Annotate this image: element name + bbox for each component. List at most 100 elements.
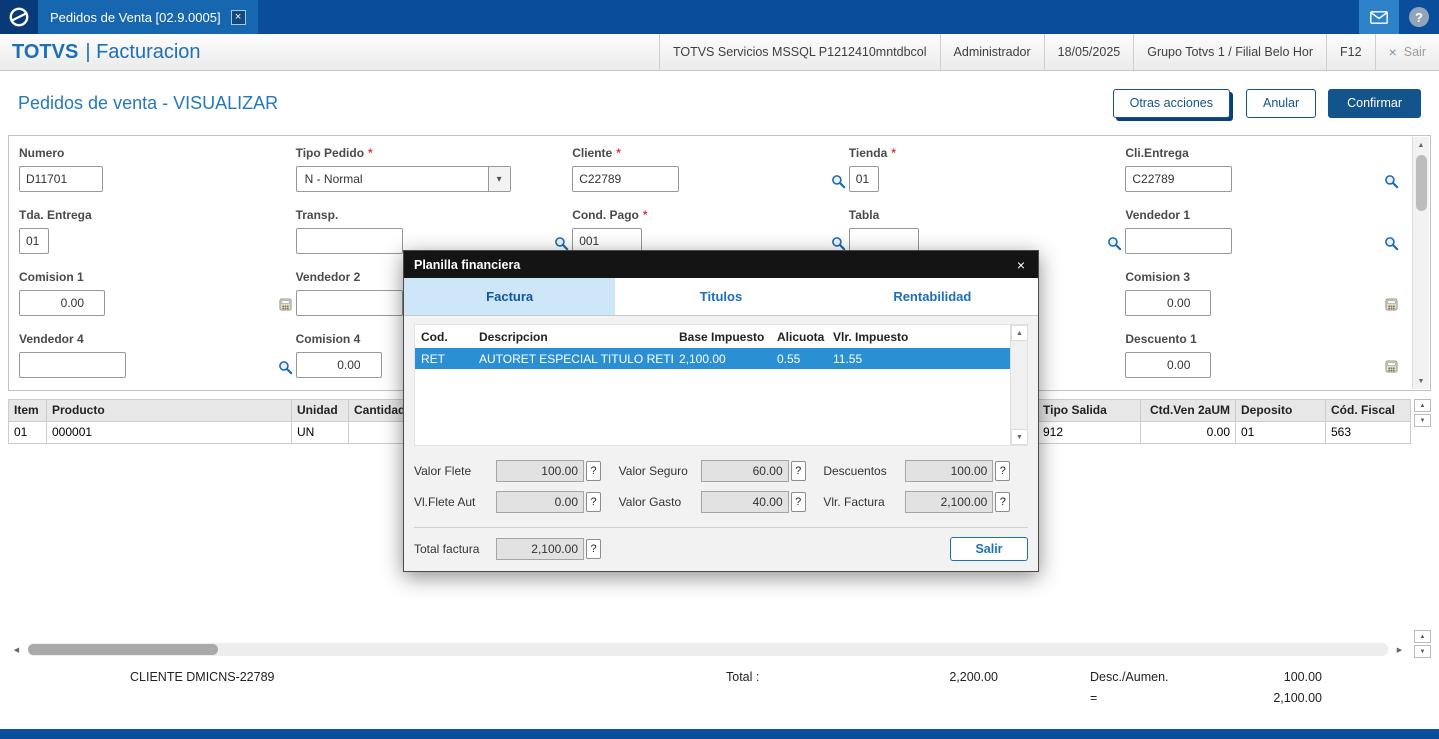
table-scroll-down-button[interactable]: ▼ [1011,429,1028,445]
scroll-right-button[interactable]: ▶ [1391,642,1408,658]
tab-titulos[interactable]: Titulos [615,278,826,315]
tienda-input[interactable] [848,166,879,192]
magnifier-icon[interactable] [554,236,569,251]
col-descripcion[interactable]: Descripcion [473,330,673,344]
magnifier-icon[interactable] [1384,236,1399,251]
help-query-button[interactable]: ? [586,461,601,481]
comision4-input[interactable] [295,352,382,378]
vendedor2-input[interactable] [295,290,403,316]
scroll-down-button[interactable]: ▼ [1413,373,1430,389]
grid-scroll-top-button[interactable]: ▲ [1414,399,1431,412]
anular-button[interactable]: Anular [1245,88,1317,118]
tab-title: Pedidos de Venta [02.9.0005] [50,9,221,25]
field-valor-seguro: Valor Seguro ? [619,460,824,482]
hscroll-track[interactable] [28,643,1388,656]
f12-button[interactable]: F12 [1326,34,1375,70]
comision1-input[interactable] [19,290,105,316]
valor-gasto-input[interactable] [700,491,789,513]
tab-factura[interactable]: Factura [404,278,616,315]
application-window: Pedidos de Venta [02.9.0005] × ? TOTVS |… [0,0,1439,739]
form-vertical-scrollbar[interactable]: ▲ ▼ [1412,137,1429,389]
salir-button[interactable]: Salir [950,537,1028,561]
table-scroll-track[interactable] [1011,341,1027,429]
calculator-icon[interactable] [1385,360,1398,373]
col-item[interactable]: Item [9,400,47,421]
transp-input[interactable] [295,228,403,254]
col-vlr-impuesto[interactable]: Vlr. Impuesto [827,330,1010,344]
vlr-factura-input[interactable] [905,491,994,513]
col-cantidad[interactable]: Cantidad [349,400,411,421]
cli-entrega-input[interactable] [1125,166,1233,192]
totals-footer: CLIENTE DMICNS-22789 Total : 2,200.00 De… [8,658,1431,722]
vendedor1-label: Vendedor 1 [1125,208,1191,222]
grid-horizontal-scrollbar[interactable]: ◀ ▶ [8,641,1408,658]
magnifier-icon[interactable] [1384,174,1399,189]
total-value: 2,200.00 [949,670,998,684]
vendedor1-input[interactable] [1125,228,1233,254]
help-query-button[interactable]: ? [586,539,601,559]
tipo-pedido-select[interactable]: N - Normal ▾ [295,166,511,192]
table-scroll-up-button[interactable]: ▲ [1011,325,1028,341]
help-query-button[interactable]: ? [995,492,1011,512]
help-query-button[interactable]: ? [790,492,806,512]
descuento1-label: Descuento 1 [1125,332,1197,346]
scroll-up-button[interactable]: ▲ [1413,137,1430,153]
other-actions-button[interactable]: Otras acciones [1112,88,1230,118]
valor-flete-input[interactable] [496,460,584,482]
grid-row-up-button[interactable]: ▲ [1414,630,1431,643]
cliente-label-text: Cliente [572,146,613,160]
mail-button[interactable] [1359,0,1399,34]
table-row-selected[interactable]: RET AUTORET ESPECIAL TITULO RETEN 2,100.… [415,348,1010,369]
tab-close-icon[interactable]: × [230,9,246,25]
date-info: 18/05/2025 [1043,34,1134,70]
col-ctd-ven[interactable]: Ctd.Ven 2aUM [1141,400,1236,421]
descuento1-input[interactable] [1125,352,1212,378]
col-deposito[interactable]: Deposito [1236,400,1326,421]
vendedor4-input[interactable] [19,352,126,378]
required-mark: * [368,146,373,160]
net-total-value: 2,100.00 [1273,691,1322,705]
col-producto[interactable]: Producto [47,400,292,421]
col-base-impuesto[interactable]: Base Impuesto [673,330,771,344]
scroll-thumb[interactable] [1416,155,1427,211]
col-alicuota[interactable]: Alicuota [771,330,827,344]
chevron-down-icon[interactable]: ▾ [487,167,510,191]
exit-button[interactable]: × Sair [1374,34,1439,70]
descuentos-input[interactable] [905,460,994,482]
col-unidad[interactable]: Unidad [292,400,349,421]
tda-entrega-input[interactable] [19,228,49,254]
total-factura-input[interactable] [496,538,584,560]
modal-close-icon[interactable]: × [1014,257,1028,273]
col-tipo-salida[interactable]: Tipo Salida [1038,400,1141,421]
col-cod[interactable]: Cod. [415,330,473,344]
help-query-button[interactable]: ? [586,492,601,512]
valor-seguro-input[interactable] [700,460,789,482]
calculator-icon[interactable] [279,298,292,311]
magnifier-icon[interactable] [1107,236,1122,251]
help-button[interactable]: ? [1399,0,1439,34]
transp-label: Transp. [295,208,339,222]
field-valor-flete: Valor Flete ? [414,460,619,482]
help-icon: ? [1409,7,1429,27]
calculator-icon[interactable] [1385,298,1398,311]
scroll-track[interactable] [1413,153,1429,373]
cliente-input[interactable] [572,166,680,192]
tab-pedidos-de-venta[interactable]: Pedidos de Venta [02.9.0005] × [38,0,258,34]
magnifier-icon[interactable] [278,360,293,375]
taxes-table-scrollbar[interactable]: ▲ ▼ [1010,325,1028,445]
hscroll-thumb[interactable] [28,644,218,655]
magnifier-icon[interactable] [831,236,846,251]
help-query-button[interactable]: ? [790,461,806,481]
tab-rentabilidad[interactable]: Rentabilidad [827,278,1038,315]
grid-row-down-button[interactable]: ▼ [1414,645,1431,658]
col-cod-fiscal[interactable]: Cód. Fiscal [1326,400,1411,421]
comision3-input[interactable] [1125,290,1212,316]
confirmar-button[interactable]: Confirmar [1328,88,1421,118]
help-query-button[interactable]: ? [995,461,1011,481]
comision1-label: Comision 1 [19,270,84,284]
grid-scroll-bottom-button[interactable]: ▼ [1414,414,1431,427]
numero-input[interactable] [19,166,103,192]
magnifier-icon[interactable] [831,174,846,189]
scroll-left-button[interactable]: ◀ [8,642,25,658]
vl-flete-aut-input[interactable] [496,491,584,513]
